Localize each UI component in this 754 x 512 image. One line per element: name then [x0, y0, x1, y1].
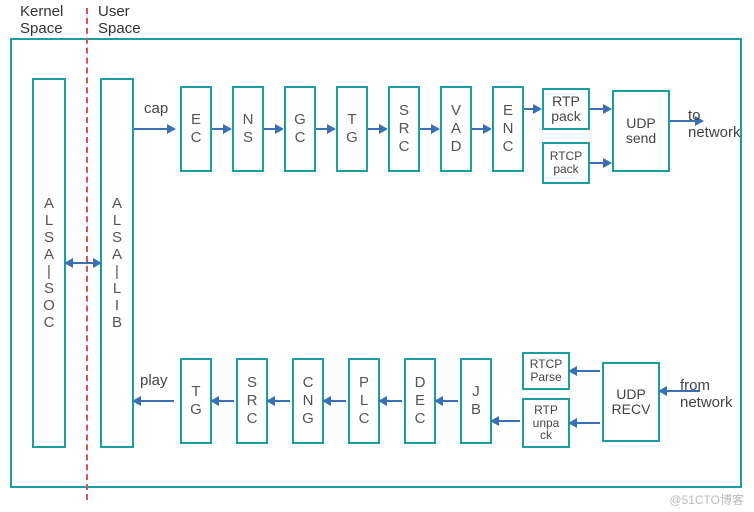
- arrow-ec-ns: [212, 128, 230, 130]
- box-rtcp-parse: RTCPParse: [522, 352, 570, 390]
- arrow-src-tg: [212, 400, 234, 402]
- label-play: play: [140, 372, 168, 389]
- label-alsa-lib: ALSA|LIB: [112, 195, 122, 331]
- kernel-user-divider: [86, 8, 88, 500]
- box-tg-bottom: TG: [180, 358, 212, 444]
- arrow-cap: [134, 128, 174, 130]
- arrow-src-vad: [420, 128, 438, 130]
- box-plc: PLC: [348, 358, 380, 444]
- box-udp-recv: UDPRECV: [602, 362, 660, 442]
- box-ec: EC: [180, 86, 212, 172]
- header-kernel: Kernel Space: [20, 3, 63, 37]
- arrow-plc-cng: [324, 400, 346, 402]
- box-udp-send: UDPsend: [612, 90, 670, 172]
- arrow-cng-src: [268, 400, 290, 402]
- box-ns: NS: [232, 86, 264, 172]
- label-from-network: from network: [680, 378, 733, 411]
- box-cng: CNG: [292, 358, 324, 444]
- arrow-ns-gc: [264, 128, 282, 130]
- arrow-tg-src: [368, 128, 386, 130]
- arrow-udp-rtpunpack: [570, 422, 600, 424]
- watermark: @51CTO博客: [669, 491, 744, 508]
- box-rtcp-pack: RTCPpack: [542, 142, 590, 184]
- label-to-network: to network: [688, 108, 741, 141]
- box-src-top: SRC: [388, 86, 420, 172]
- box-rtp-pack: RTPpack: [542, 88, 590, 130]
- arrow-dec-plc: [380, 400, 402, 402]
- box-gc: GC: [284, 86, 316, 172]
- arrow-jb-dec: [436, 400, 458, 402]
- label-alsa-soc: ALSA|SOC: [43, 195, 55, 331]
- box-dec: DEC: [404, 358, 436, 444]
- arrow-udp-rtcpparse: [570, 370, 600, 372]
- header-user: User Space: [98, 3, 141, 37]
- box-rtp-unpack: RTPunpack: [522, 398, 570, 448]
- box-jb: JB: [460, 358, 492, 444]
- label-cap: cap: [144, 100, 168, 117]
- arrow-play: [134, 400, 174, 402]
- box-vad: VAD: [440, 86, 472, 172]
- box-enc: ENC: [492, 86, 524, 172]
- arrow-gc-tg: [316, 128, 334, 130]
- arrow-enc-rtppack: [524, 108, 540, 110]
- box-src-bottom: SRC: [236, 358, 268, 444]
- arrow-rtpunpack-jb: [492, 420, 520, 422]
- box-tg-top: TG: [336, 86, 368, 172]
- arrow-rtppack-udp: [590, 108, 610, 110]
- arrow-rtcppack-udp: [590, 162, 610, 164]
- arrow-vad-enc: [472, 128, 490, 130]
- arrow-alsa-interconnect: [66, 262, 100, 264]
